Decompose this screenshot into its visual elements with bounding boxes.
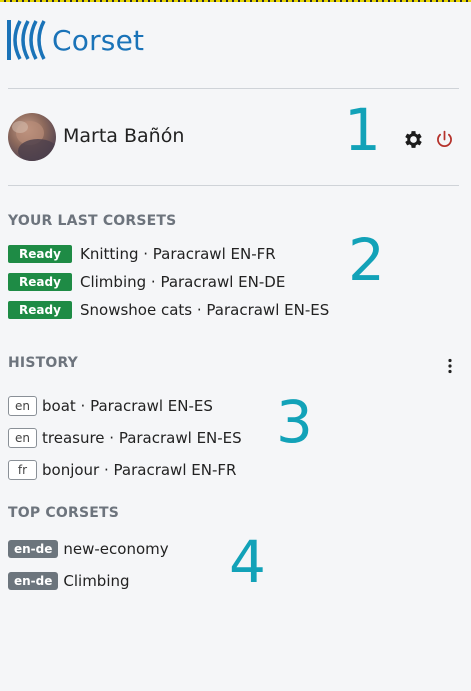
status-badge: Ready [8,301,72,319]
user-name: Marta Bañón [63,125,185,147]
section-title-history: HISTORY [8,355,79,371]
language-badge: fr [8,460,37,480]
list-item[interactable]: Ready Climbing · Paracrawl EN-DE [8,268,329,296]
history-list: en boat · Paracrawl EN-ES en treasure · … [8,390,242,486]
last-corsets-list: Ready Knitting · Paracrawl EN-FR Ready C… [8,240,329,324]
user-panel: Marta Bañón [8,113,459,161]
annotation-1: 1 [344,96,381,164]
language-badge: en [8,428,37,448]
app-logo[interactable]: Corset [6,18,144,62]
annotation-3: 3 [276,388,313,456]
list-item[interactable]: Ready Knitting · Paracrawl EN-FR [8,240,329,268]
divider [8,185,459,186]
corset-label: new-economy [63,540,169,558]
list-item[interactable]: Ready Snowshoe cats · Paracrawl EN-ES [8,296,329,324]
language-pair-badge: en-de [8,572,59,590]
language-pair-badge: en-de [8,540,59,558]
list-item[interactable]: fr bonjour · Paracrawl EN-FR [8,454,242,486]
status-badge: Ready [8,273,72,291]
more-options-icon[interactable] [444,357,456,375]
list-item[interactable]: en treasure · Paracrawl EN-ES [8,422,242,454]
avatar-photo-icon [12,121,56,161]
corset-logo-icon [7,20,46,60]
top-border [0,0,471,2]
corset-label: Climbing [63,572,130,590]
annotation-2: 2 [348,226,385,294]
history-label: bonjour · Paracrawl EN-FR [42,461,237,479]
section-title-last-corsets: YOUR LAST CORSETS [8,213,177,229]
app-name: Corset [52,23,145,57]
avatar[interactable] [8,113,56,161]
section-title-top-corsets: TOP CORSETS [8,505,120,521]
corset-label: Snowshoe cats · Paracrawl EN-ES [80,301,330,319]
list-item[interactable]: en-de Climbing [8,565,169,597]
language-badge: en [8,396,37,416]
list-item[interactable]: en boat · Paracrawl EN-ES [8,390,242,422]
status-badge: Ready [8,245,72,263]
divider [8,88,459,89]
corset-label: Climbing · Paracrawl EN-DE [80,273,286,291]
gear-icon[interactable] [402,128,425,151]
power-icon[interactable] [434,129,455,150]
corset-label: Knitting · Paracrawl EN-FR [80,245,276,263]
history-label: treasure · Paracrawl EN-ES [42,429,242,447]
annotation-4: 4 [229,528,266,596]
history-label: boat · Paracrawl EN-ES [42,397,213,415]
list-item[interactable]: en-de new-economy [8,533,169,565]
top-corsets-list: en-de new-economy en-de Climbing [8,533,169,597]
